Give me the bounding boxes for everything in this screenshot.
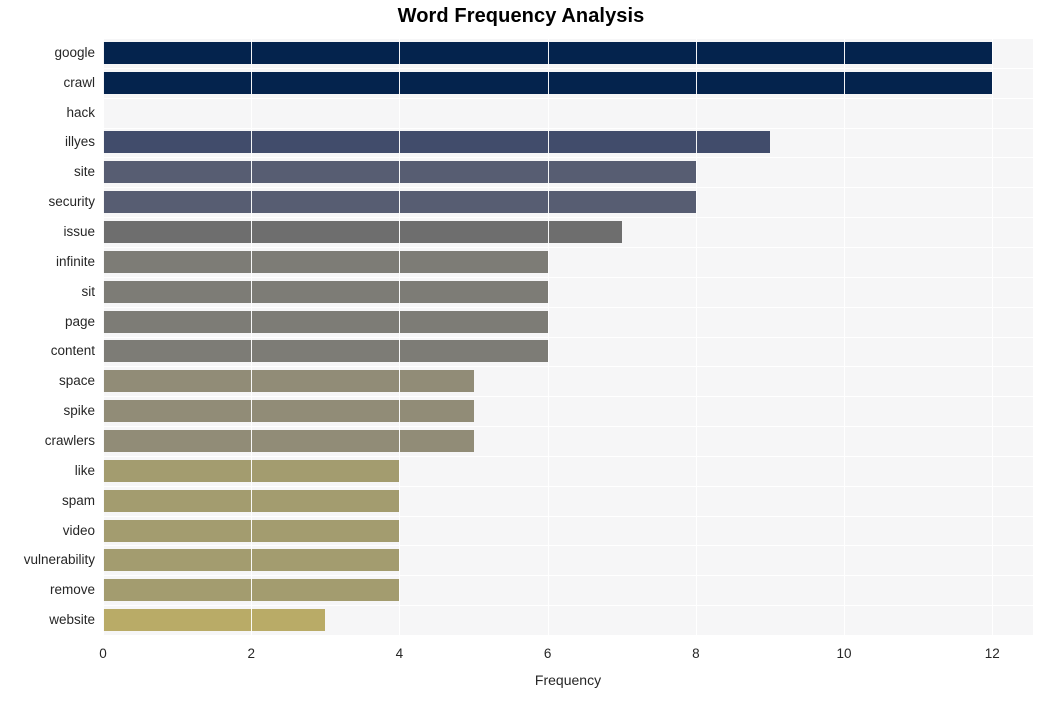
x-axis-title: Frequency (534, 672, 602, 688)
y-tick-label: hack (66, 104, 95, 120)
bar-illyes[interactable] (103, 131, 770, 154)
gridline-horizontal (103, 515, 1033, 517)
chart-title: Word Frequency Analysis (397, 5, 645, 27)
bar-infinite[interactable] (103, 250, 548, 273)
y-tick-label: spam (61, 492, 95, 508)
y-tick-label: infinite (55, 253, 95, 269)
bar-spike[interactable] (103, 400, 474, 423)
gridline-horizontal (103, 545, 1033, 547)
gridline-horizontal (103, 605, 1033, 607)
y-tick-label: crawlers (44, 432, 95, 448)
x-tick-label: 8 (692, 646, 700, 661)
y-tick-label: google (54, 44, 95, 60)
gridline-horizontal (103, 67, 1033, 69)
x-axis-tick-labels: 0 2 4 6 8 10 12 (0, 646, 1042, 668)
gridline-horizontal (103, 157, 1033, 159)
y-tick-label: space (58, 373, 95, 389)
gridline-horizontal (103, 217, 1033, 219)
y-tick-label: sit (81, 283, 96, 299)
x-tick-label: 12 (984, 646, 1000, 661)
bar-content[interactable] (103, 340, 548, 363)
gridline-vertical (695, 38, 697, 635)
gridline-vertical (251, 38, 253, 635)
gridline-horizontal (103, 396, 1033, 398)
gridline-horizontal (103, 366, 1033, 368)
gridline-horizontal (103, 635, 1033, 636)
gridline-horizontal (103, 97, 1033, 99)
y-tick-label: vulnerability (23, 552, 95, 568)
gridline-horizontal (103, 306, 1033, 308)
bar-sit[interactable] (103, 280, 548, 303)
y-tick-label: security (48, 194, 95, 210)
gridline-horizontal (103, 336, 1033, 338)
y-tick-label: issue (63, 224, 95, 240)
plot-area (103, 38, 1033, 636)
gridline-vertical (844, 38, 846, 635)
gridline-horizontal (103, 455, 1033, 457)
bar-crawlers[interactable] (103, 429, 474, 452)
gridline-horizontal (103, 276, 1033, 278)
gridline-horizontal (103, 127, 1033, 129)
y-tick-label: site (73, 164, 95, 180)
gridline-horizontal (103, 187, 1033, 189)
x-tick-label: 6 (543, 646, 552, 661)
x-tick-label: 2 (247, 646, 255, 661)
gridline-horizontal (103, 246, 1033, 248)
x-tick-label: 0 (99, 646, 107, 661)
x-tick-label: 10 (836, 646, 852, 661)
y-tick-label: illyes (64, 134, 95, 150)
y-tick-label: spike (63, 403, 95, 419)
y-tick-label: website (49, 612, 95, 628)
bar-issue[interactable] (103, 221, 622, 244)
y-tick-label: video (62, 522, 95, 538)
y-axis-tick-labels: google crawl hack illyes site security issue in… (0, 38, 95, 635)
gridline-vertical (103, 38, 104, 635)
x-tick-label: 4 (395, 646, 404, 661)
gridline-vertical (399, 38, 401, 635)
y-tick-label: crawl (63, 74, 95, 90)
gridline-vertical (992, 38, 994, 635)
gridline-horizontal (103, 38, 1033, 39)
y-tick-label: like (74, 462, 95, 478)
gridline-horizontal (103, 575, 1033, 577)
bar-page[interactable] (103, 310, 548, 333)
y-tick-label: remove (49, 582, 95, 598)
gridline-horizontal (103, 426, 1033, 428)
bar-space[interactable] (103, 370, 474, 393)
word-frequency-chart: Word Frequency Analysis google crawl hack i… (0, 0, 1042, 701)
bar-hack[interactable] (103, 102, 844, 124)
y-tick-label: page (64, 313, 95, 329)
gridline-horizontal (103, 485, 1033, 487)
y-tick-label: content (50, 343, 95, 359)
gridline-vertical (547, 38, 549, 635)
bar-website[interactable] (103, 609, 326, 632)
